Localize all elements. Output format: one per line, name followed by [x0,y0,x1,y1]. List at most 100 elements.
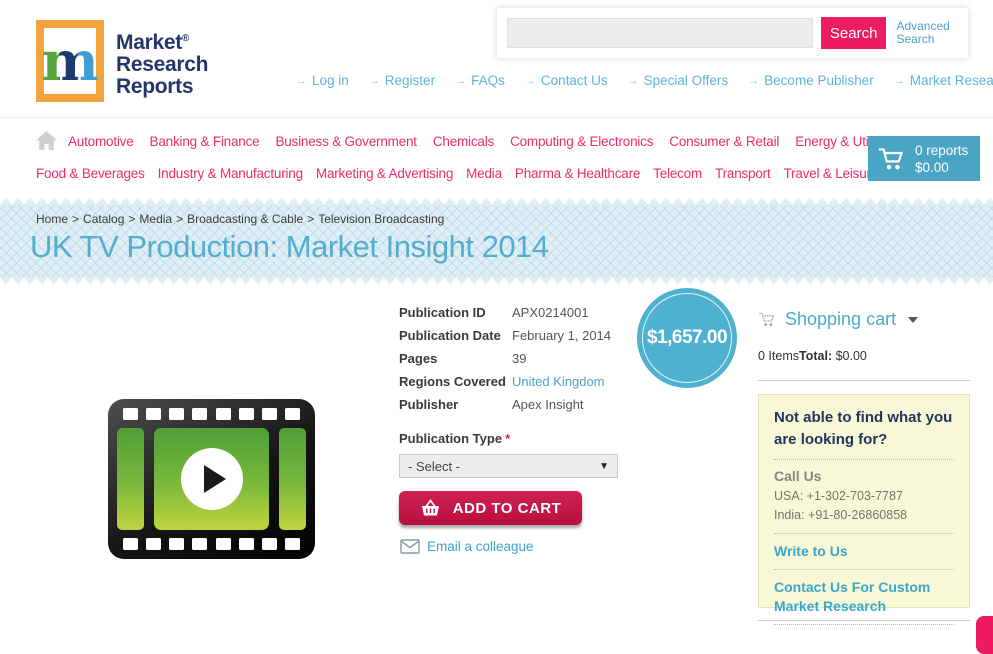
arrow-icon: → [628,75,639,87]
search-input[interactable] [507,18,813,48]
arrow-icon: → [296,75,307,87]
price-value: $1,657.00 [647,327,727,349]
page-title: UK TV Production: Market Insight 2014 [30,229,993,265]
search-button[interactable]: Search [821,17,887,49]
divider [758,620,970,621]
phone-usa: USA: +1-302-703-7787 [774,487,954,506]
category-chemicals[interactable]: Chemicals [433,134,494,149]
main-content: Publication ID APX0214001 Publication Da… [0,285,993,654]
cart-items-count: 0 Items [758,349,799,363]
detail-row-publisher: Publisher Apex Insight [399,393,639,416]
help-box: Not able to find what you are looking fo… [758,394,970,608]
publication-type-label: Publication Type* [399,431,510,446]
phone-india: India: +91-80-26860858 [774,506,954,525]
nav-contact-us[interactable]: →Contact Us [525,73,608,88]
divider [774,459,954,460]
mini-cart[interactable]: 0 reports $0.00 [868,136,980,181]
zigzag-bottom-edge [0,277,993,285]
category-telecom[interactable]: Telecom [653,166,702,181]
envelope-icon [400,539,420,554]
category-row-1: Automotive Banking & Finance Business & … [68,134,894,149]
category-pharma-healthcare[interactable]: Pharma & Healthcare [515,166,640,181]
price-badge: $1,657.00 [637,288,737,388]
breadcrumb-broadcasting-cable[interactable]: Broadcasting & Cable [187,212,303,226]
breadcrumb: Home>Catalog>Media>Broadcasting & Cable>… [36,212,993,226]
brand-name[interactable]: Market® Research Reports [116,28,208,98]
nav-special-offers[interactable]: →Special Offers [628,73,729,88]
play-button[interactable] [181,448,243,510]
nav-register[interactable]: →Register [369,73,435,88]
detail-row-publication-date: Publication Date February 1, 2014 [399,324,639,347]
mini-cart-total: $0.00 [915,159,968,176]
publication-type-select[interactable]: - Select - ▼ [399,454,618,478]
breadcrumb-catalog[interactable]: Catalog [83,212,124,226]
brand-logo[interactable]: m [36,20,104,102]
divider [758,380,970,381]
category-banking-finance[interactable]: Banking & Finance [150,134,260,149]
category-business-government[interactable]: Business & Government [275,134,416,149]
breadcrumb-media[interactable]: Media [139,212,172,226]
home-icon[interactable] [36,131,57,155]
help-box-heading: Not able to find what you are looking fo… [774,407,954,451]
film-holes-top [123,408,300,420]
custom-research-link[interactable]: Contact Us For Custom Market Research [774,578,954,616]
shopping-cart-header[interactable]: Shopping cart [758,309,918,330]
feedback-tab[interactable] [976,616,993,654]
brand-monogram: m [41,34,98,88]
divider [774,569,954,570]
cart-total-label: Total: [799,349,832,363]
write-to-us-link[interactable]: Write to Us [774,542,954,561]
breadcrumb-home[interactable]: Home [36,212,68,226]
advanced-search-link[interactable]: Advanced Search [896,20,958,46]
email-colleague-link[interactable]: Email a colleague [400,539,534,554]
category-automotive[interactable]: Automotive [68,134,134,149]
category-travel-leisure[interactable]: Travel & Leisure [784,166,879,181]
detail-row-regions-covered: Regions Covered United Kingdom [399,370,639,393]
category-marketing-advertising[interactable]: Marketing & Advertising [316,166,453,181]
nav-faqs[interactable]: →FAQs [455,73,505,88]
chevron-down-icon: ▼ [599,461,609,472]
arrow-icon: → [894,75,905,87]
mini-cart-count: 0 reports [915,142,968,159]
category-nav: Automotive Banking & Finance Business & … [0,118,993,197]
detail-row-pages: Pages 39 [399,347,639,370]
header: m Market® Research Reports Search Advanc… [0,0,993,118]
category-row-2: Food & Beverages Industry & Manufacturin… [36,166,878,181]
top-nav: →Log in →Register →FAQs →Contact Us →Spe… [296,73,993,88]
search-card: Search Advanced Search [497,8,968,58]
required-asterisk: * [505,431,510,446]
category-consumer-retail[interactable]: Consumer & Retail [669,134,779,149]
zigzag-top-edge [0,197,993,205]
breadcrumb-television-broadcasting[interactable]: Television Broadcasting [318,212,444,226]
category-food-beverages[interactable]: Food & Beverages [36,166,145,181]
category-transport[interactable]: Transport [715,166,770,181]
film-frames [117,428,306,530]
product-video-thumbnail [108,399,315,559]
arrow-icon: → [748,75,759,87]
region-link[interactable]: United Kingdom [512,374,605,389]
film-holes-bottom [123,538,300,550]
add-to-cart-button[interactable]: ADD TO CART [399,491,582,525]
cart-icon [877,147,907,171]
call-us-label: Call Us [774,468,954,484]
category-computing-electronics[interactable]: Computing & Electronics [510,134,653,149]
category-industry-manufacturing[interactable]: Industry & Manufacturing [158,166,303,181]
title-band: Home>Catalog>Media>Broadcasting & Cable>… [0,197,993,285]
divider [774,533,954,534]
nav-blog[interactable]: →Market Research Blog [894,73,993,88]
arrow-icon: → [369,75,380,87]
page: m Market® Research Reports Search Advanc… [0,0,993,654]
chevron-down-icon [908,317,918,323]
registered-mark: ® [182,33,189,44]
arrow-icon: → [455,75,466,87]
cart-summary: 0 ItemsTotal: $0.00 [758,349,867,363]
detail-row-publication-id: Publication ID APX0214001 [399,301,639,324]
arrow-icon: → [525,75,536,87]
publication-details: Publication ID APX0214001 Publication Da… [399,301,639,416]
basket-icon [420,499,441,517]
nav-become-publisher[interactable]: →Become Publisher [748,73,874,88]
category-media[interactable]: Media [466,166,502,181]
play-icon [204,465,226,493]
nav-login[interactable]: →Log in [296,73,349,88]
divider [774,624,954,625]
